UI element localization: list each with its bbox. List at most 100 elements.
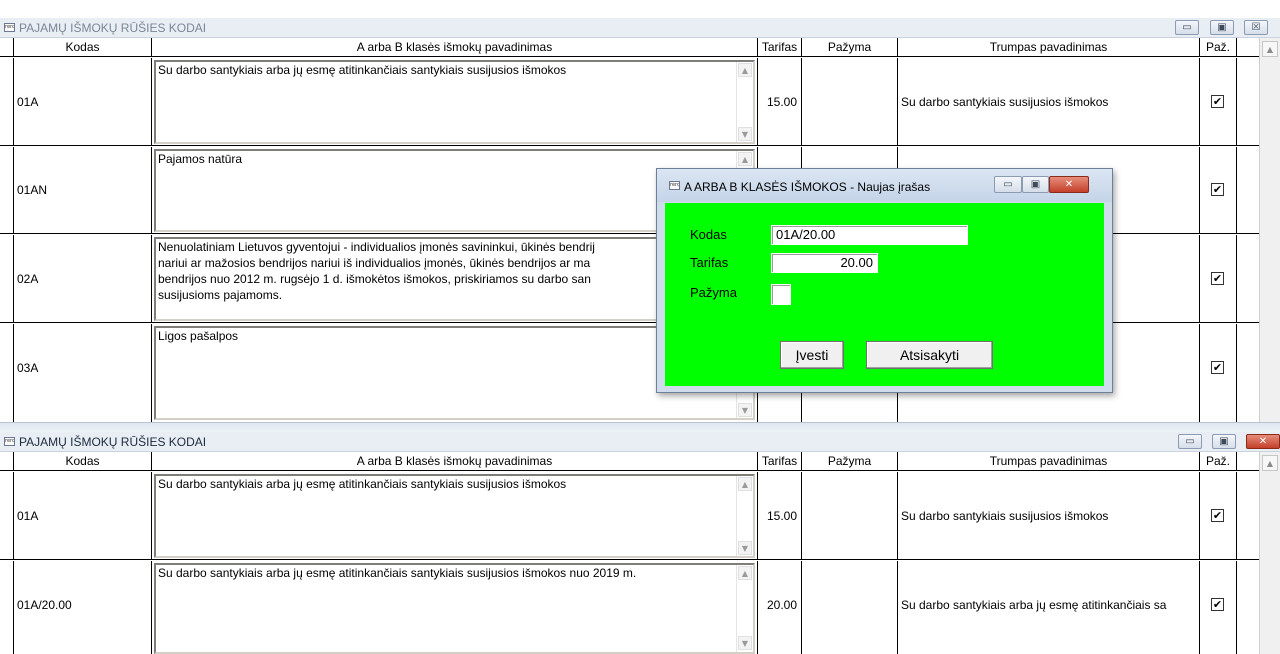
paz-cell[interactable]: ✔ <box>1200 58 1237 145</box>
paz-cell[interactable]: ✔ <box>1200 235 1237 322</box>
column-header-pazyma[interactable]: Pažyma <box>802 452 898 471</box>
maximize-icon: ▣ <box>1219 436 1229 447</box>
close-icon: ✕ <box>1258 436 1268 447</box>
paz-cell[interactable]: ✔ <box>1200 561 1237 654</box>
pavadinimas-text: Nenuolatiniam Lietuvos gyventojui - indi… <box>158 240 595 302</box>
pavadinimas-textarea[interactable]: Su darbo santykiais arba jų esmę atitink… <box>154 563 755 654</box>
trumpas-cell[interactable]: Su darbo santykiais susijusios išmokos <box>898 58 1200 145</box>
textarea-scrollbar[interactable]: ▲ ▼ <box>736 62 753 142</box>
kodas-cell[interactable]: 01A <box>14 472 152 559</box>
paz-checkbox[interactable]: ✔ <box>1211 183 1224 196</box>
paz-cell[interactable]: ✔ <box>1200 147 1237 233</box>
tarifas-cell[interactable]: 20.00 <box>758 561 802 654</box>
table-header: Kodas A arba B klasės išmokų pavadinimas… <box>0 38 1280 57</box>
trumpas-value: Su darbo santykiais susijusios išmokos <box>901 508 1109 523</box>
column-header-tarifas[interactable]: Tarifas <box>758 38 802 57</box>
column-header-trumpas[interactable]: Trumpas pavadinimas <box>898 452 1200 471</box>
paz-checkbox[interactable]: ✔ <box>1211 508 1224 522</box>
row-indicator[interactable] <box>0 235 14 322</box>
window-vertical-scrollbar[interactable]: ▲ <box>1259 452 1280 654</box>
row-indicator[interactable] <box>0 147 14 233</box>
atsisakyti-button[interactable]: Atsisakyti <box>866 341 993 369</box>
maximize-button[interactable]: ▣ <box>1212 434 1236 449</box>
app-icon: rero <box>4 437 15 446</box>
trumpas-cell[interactable]: Su darbo santykiais arba jų esmę atitink… <box>898 561 1200 654</box>
kodas-cell[interactable]: 01AN <box>14 147 152 233</box>
window-vertical-scrollbar[interactable]: ▲ <box>1259 38 1280 422</box>
close-button[interactable]: ✕ <box>1049 176 1089 193</box>
tarifas-input[interactable]: 20.00 <box>771 253 878 273</box>
scroll-down-icon[interactable]: ▼ <box>738 127 752 141</box>
minimize-button[interactable]: ▭ <box>1175 20 1199 35</box>
scroll-up-icon[interactable]: ▲ <box>1262 455 1278 471</box>
maximize-button[interactable]: ▣ <box>1210 20 1234 35</box>
window-titlebar[interactable]: rero PAJAMŲ IŠMOKŲ RŪŠIES KODAI ▭ ▣ ✕ <box>0 432 1280 452</box>
pavadinimas-text: Ligos pašalpos <box>158 329 239 343</box>
minimize-button[interactable]: ▭ <box>994 176 1022 193</box>
pazyma-cell[interactable] <box>802 561 898 654</box>
window-title: PAJAMŲ IŠMOKŲ RŪŠIES KODAI <box>19 21 207 35</box>
tarifas-cell[interactable]: 15.00 <box>758 472 802 559</box>
column-header-paz[interactable]: Paž. <box>1200 38 1237 57</box>
maximize-icon: ▣ <box>1217 22 1227 33</box>
pavadinimas-cell[interactable]: Su darbo santykiais arba jų esmę atitink… <box>152 58 758 145</box>
paz-cell[interactable]: ✔ <box>1200 324 1237 422</box>
kodas-cell[interactable]: 02A <box>14 235 152 322</box>
column-header-trumpas[interactable]: Trumpas pavadinimas <box>898 38 1200 57</box>
window-titlebar[interactable]: rero PAJAMŲ IŠMOKŲ RŪŠIES KODAI ▭ ▣ ☒ <box>0 18 1280 38</box>
row-indicator[interactable] <box>0 472 14 559</box>
close-button[interactable]: ✕ <box>1246 434 1280 449</box>
table-row[interactable]: 01A Su darbo santykiais arba jų esmę ati… <box>0 58 1280 146</box>
scroll-down-icon[interactable]: ▼ <box>738 403 752 417</box>
pavadinimas-text: Su darbo santykiais arba jų esmę atitink… <box>158 566 637 580</box>
table-row[interactable]: 01A Su darbo santykiais arba jų esmę ati… <box>0 472 1280 560</box>
scroll-up-icon[interactable]: ▲ <box>738 566 752 580</box>
scroll-up-icon[interactable]: ▲ <box>738 477 752 491</box>
kodas-value: 01AN <box>17 183 48 197</box>
column-header-tarifas[interactable]: Tarifas <box>758 452 802 471</box>
kodas-input[interactable]: 01A/20.00 <box>771 225 968 245</box>
kodas-cell[interactable]: 01A/20.00 <box>14 561 152 654</box>
pavadinimas-textarea[interactable]: Su darbo santykiais arba jų esmę atitink… <box>154 60 755 144</box>
textarea-scrollbar[interactable]: ▲ ▼ <box>736 476 753 556</box>
scroll-up-icon[interactable]: ▲ <box>738 152 752 166</box>
pavadinimas-cell[interactable]: Su darbo santykiais arba jų esmę atitink… <box>152 561 758 654</box>
scroll-down-icon[interactable]: ▼ <box>738 636 752 650</box>
column-header-pavadinimas[interactable]: A arba B klasės išmokų pavadinimas <box>152 452 758 471</box>
column-header-paz[interactable]: Paž. <box>1200 452 1237 471</box>
window-separator <box>0 422 1280 432</box>
minimize-button[interactable]: ▭ <box>1178 434 1202 449</box>
trumpas-cell[interactable]: Su darbo santykiais susijusios išmokos <box>898 472 1200 559</box>
paz-checkbox[interactable]: ✔ <box>1211 94 1224 108</box>
column-header-kodas[interactable]: Kodas <box>14 452 152 471</box>
close-button[interactable]: ☒ <box>1244 20 1268 35</box>
pavadinimas-textarea[interactable]: Su darbo santykiais arba jų esmę atitink… <box>154 474 755 558</box>
column-header-pazyma[interactable]: Pažyma <box>802 38 898 57</box>
paz-checkbox[interactable]: ✔ <box>1211 361 1224 374</box>
column-header-pavadinimas[interactable]: A arba B klasės išmokų pavadinimas <box>152 38 758 57</box>
dialog-titlebar[interactable]: rero A ARBA B KLASĖS IŠMOKOS - Naujas įr… <box>657 169 1112 202</box>
scroll-up-icon[interactable]: ▲ <box>1262 41 1278 57</box>
scroll-down-icon[interactable]: ▼ <box>738 541 752 555</box>
paz-cell[interactable]: ✔ <box>1200 472 1237 559</box>
row-indicator[interactable] <box>0 58 14 145</box>
pavadinimas-cell[interactable]: Su darbo santykiais arba jų esmę atitink… <box>152 472 758 559</box>
paz-checkbox[interactable]: ✔ <box>1211 271 1224 285</box>
row-indicator[interactable] <box>0 561 14 654</box>
textarea-scrollbar[interactable]: ▲ ▼ <box>736 565 753 652</box>
pazyma-input[interactable] <box>771 284 791 305</box>
table-row[interactable]: 01A/20.00 Su darbo santykiais arba jų es… <box>0 561 1280 654</box>
scroll-up-icon[interactable]: ▲ <box>738 63 752 77</box>
kodas-cell[interactable]: 03A <box>14 324 152 422</box>
kodas-cell[interactable]: 01A <box>14 58 152 145</box>
ivesti-button[interactable]: Įvesti <box>780 341 844 369</box>
column-header-kodas[interactable]: Kodas <box>14 38 152 57</box>
row-indicator[interactable] <box>0 324 14 422</box>
maximize-button[interactable]: ▣ <box>1022 176 1049 193</box>
pazyma-cell[interactable] <box>802 472 898 559</box>
tarifas-cell[interactable]: 15.00 <box>758 58 802 145</box>
pavadinimas-text: Su darbo santykiais arba jų esmę atitink… <box>158 63 567 77</box>
pazyma-cell[interactable] <box>802 58 898 145</box>
trumpas-value: Su darbo santykiais susijusios išmokos <box>901 94 1109 109</box>
paz-checkbox[interactable]: ✔ <box>1211 598 1224 611</box>
